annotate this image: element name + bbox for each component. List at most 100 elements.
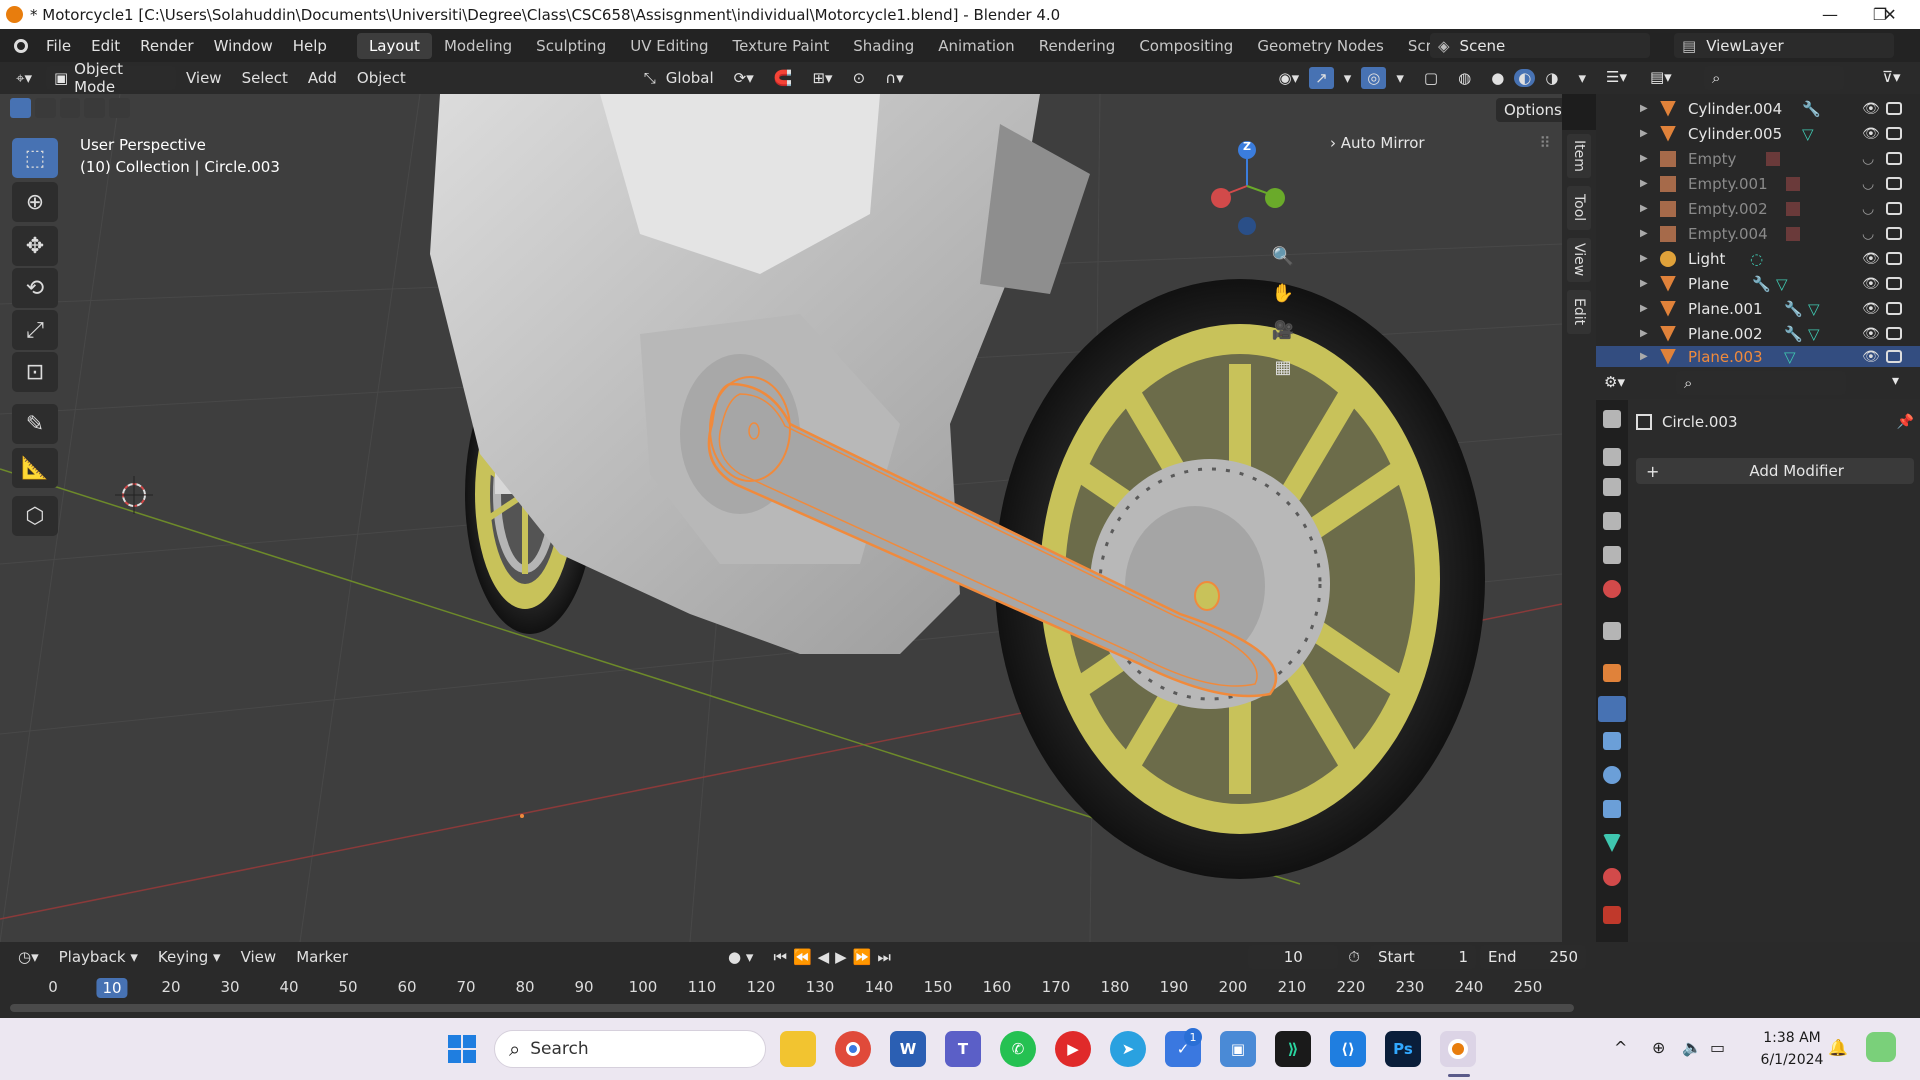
end-frame-field[interactable]: End 250 [1480, 945, 1586, 969]
collection-props-icon[interactable] [1603, 622, 1621, 640]
playback-controls[interactable]: ⏮⏪◀▶⏩⏭ [763, 948, 906, 966]
workspace-tab-modeling[interactable]: Modeling [432, 33, 524, 59]
menu-help[interactable]: Help [283, 37, 337, 55]
workspace-tab-layout[interactable]: Layout [356, 32, 432, 59]
outliner-row-selected[interactable]: ▶ Plane.003 ▽ 👁 [1596, 346, 1920, 367]
transform-tool-icon[interactable]: ⊡ [12, 352, 58, 392]
vscode-icon[interactable]: ⟨⟩ [1330, 1031, 1366, 1067]
render-camera-icon[interactable] [1886, 102, 1902, 115]
stopwatch-icon[interactable]: ⏱ [1338, 948, 1370, 966]
particles-props-icon[interactable] [1603, 732, 1621, 750]
outliner-row[interactable]: ▶ Empty.001 ◡ [1596, 171, 1920, 196]
properties-search-input[interactable]: ⌕ [1676, 371, 1846, 395]
measure-tool-icon[interactable]: 📐 [12, 448, 58, 488]
light-data-icon[interactable]: ◌ [1750, 250, 1763, 268]
rendered-shading-icon[interactable]: ◑ [1535, 69, 1568, 87]
clock-time[interactable]: 1:38 AM [1752, 1030, 1832, 1046]
gizmo-toggle-icon[interactable]: ↗ [1309, 67, 1334, 89]
outliner-row[interactable]: ▶ Empty ◡ [1596, 146, 1920, 171]
snap-target-icon[interactable]: ⊞▾ [802, 69, 842, 87]
outliner-row[interactable]: ▶ Empty.002 ◡ [1596, 196, 1920, 221]
timeline-tick[interactable]: 190 [1160, 978, 1189, 996]
physics-props-icon[interactable] [1603, 766, 1621, 784]
outliner-row[interactable]: ▶ Plane 🔧 ▽ 👁 [1596, 271, 1920, 296]
properties-editor-icon[interactable]: ⚙▾ [1604, 373, 1625, 391]
battery-icon[interactable]: ▭ [1710, 1038, 1725, 1057]
material-props-icon[interactable] [1603, 868, 1621, 886]
modifier-wrench-icon[interactable]: 🔧 [1802, 100, 1821, 118]
render-camera-icon[interactable] [1886, 350, 1902, 363]
scale-tool-icon[interactable]: ⤢ [12, 310, 58, 350]
add-cube-tool-icon[interactable]: ⬡ [12, 496, 58, 536]
proportional-edit-icon[interactable]: ⊙ [843, 69, 876, 87]
render-camera-icon[interactable] [1886, 227, 1902, 240]
copilot-icon[interactable] [1866, 1032, 1896, 1062]
select-invert-icon[interactable] [84, 98, 106, 118]
header-menu-object[interactable]: Object [347, 69, 416, 87]
menu-render[interactable]: Render [130, 37, 203, 55]
pivot-icon[interactable]: ⟳▾ [724, 69, 764, 87]
timeline-tick[interactable]: 50 [338, 978, 357, 996]
visibility-eye-icon[interactable]: 👁 [1862, 251, 1880, 267]
hidden-eye-icon[interactable]: ◡ [1862, 151, 1874, 167]
xray-icon[interactable]: ▢ [1414, 69, 1448, 87]
pin-icon[interactable]: 📌 [1897, 414, 1914, 430]
render-camera-icon[interactable] [1886, 152, 1902, 165]
timeline-tick[interactable]: 140 [865, 978, 894, 996]
select-extend-icon[interactable] [34, 98, 56, 118]
outliner-row[interactable]: ▶ Cylinder.005 ▽ 👁 [1596, 121, 1920, 146]
network-icon[interactable]: ⊕ [1652, 1038, 1665, 1057]
timeline-tick-current[interactable]: 10 [96, 978, 128, 998]
timeline-editor-icon[interactable]: ◷▾ [8, 948, 49, 966]
sidebar-tab-tool[interactable]: Tool [1567, 186, 1591, 230]
whatsapp-icon[interactable]: ✆ [1000, 1031, 1036, 1067]
windows-start-icon[interactable] [444, 1031, 480, 1067]
outliner-row[interactable]: ▶ Light ◌ 👁 [1596, 246, 1920, 271]
modifier-wrench-icon[interactable]: 🔧 [1752, 275, 1771, 293]
timeline-tick[interactable]: 160 [983, 978, 1012, 996]
filter-icon[interactable]: ⊽▾ [1882, 68, 1901, 86]
render-props-icon[interactable] [1603, 448, 1621, 466]
camera-view-icon[interactable]: 🎥 [1266, 313, 1300, 347]
add-modifier-button[interactable]: + Add Modifier [1636, 458, 1914, 484]
workspace-tab-sculpting[interactable]: Sculpting [524, 33, 618, 59]
output-props-icon[interactable] [1603, 478, 1621, 496]
mesh-data-icon[interactable]: ▽ [1776, 275, 1788, 293]
workspace-tab-compositing[interactable]: Compositing [1127, 33, 1245, 59]
falloff-icon[interactable]: ∩▾ [875, 69, 914, 87]
modifier-wrench-icon[interactable]: 🔧 [1784, 300, 1803, 318]
timeline-tick[interactable]: 220 [1337, 978, 1366, 996]
select-new-icon[interactable] [10, 98, 31, 118]
image-data-icon[interactable] [1786, 201, 1800, 216]
modifier-wrench-icon[interactable]: 🔧 [1784, 325, 1803, 343]
teams-icon[interactable]: T [945, 1031, 981, 1067]
outliner-editor-icon[interactable]: ☰▾ [1606, 68, 1627, 86]
timeline-tick[interactable]: 180 [1101, 978, 1130, 996]
mesh-data-props-icon[interactable] [1603, 834, 1621, 852]
timeline-tick[interactable]: 0 [48, 978, 58, 996]
snap-icon[interactable]: 🧲 [764, 69, 803, 87]
pan-hand-icon[interactable]: ✋ [1266, 276, 1300, 310]
auto-mirror-panel[interactable]: › Auto Mirror ⠿ [1330, 134, 1550, 152]
options-button[interactable]: Options▾ [1496, 98, 1562, 122]
blender-menu-icon[interactable] [14, 38, 28, 53]
mode-selector[interactable]: ▣ Object Mode [45, 60, 176, 96]
timeline-menu-view[interactable]: View [231, 948, 287, 966]
timeline-tick[interactable]: 100 [629, 978, 658, 996]
word-icon[interactable]: W [890, 1031, 926, 1067]
constraints-props-icon[interactable] [1603, 800, 1621, 818]
timeline-scrollbar[interactable] [10, 1004, 1574, 1012]
outliner-row[interactable]: ▶ Plane.001 🔧 ▽ 👁 [1596, 296, 1920, 321]
view-layer-props-icon[interactable] [1603, 512, 1621, 530]
clock-date[interactable]: 6/1/2024 [1752, 1052, 1832, 1068]
select-intersect-icon[interactable] [109, 98, 130, 118]
mesh-data-icon[interactable]: ▽ [1808, 325, 1820, 343]
hidden-eye-icon[interactable]: ◡ [1862, 201, 1874, 217]
select-subtract-icon[interactable] [59, 98, 81, 118]
timeline-tick[interactable]: 30 [220, 978, 239, 996]
current-frame-field[interactable]: 10 [1248, 945, 1339, 969]
render-camera-icon[interactable] [1886, 302, 1902, 315]
shading-dropdown-icon[interactable]: ▾ [1568, 69, 1596, 87]
image-data-icon[interactable] [1766, 151, 1780, 166]
visibility-eye-icon[interactable]: 👁 [1862, 126, 1880, 142]
